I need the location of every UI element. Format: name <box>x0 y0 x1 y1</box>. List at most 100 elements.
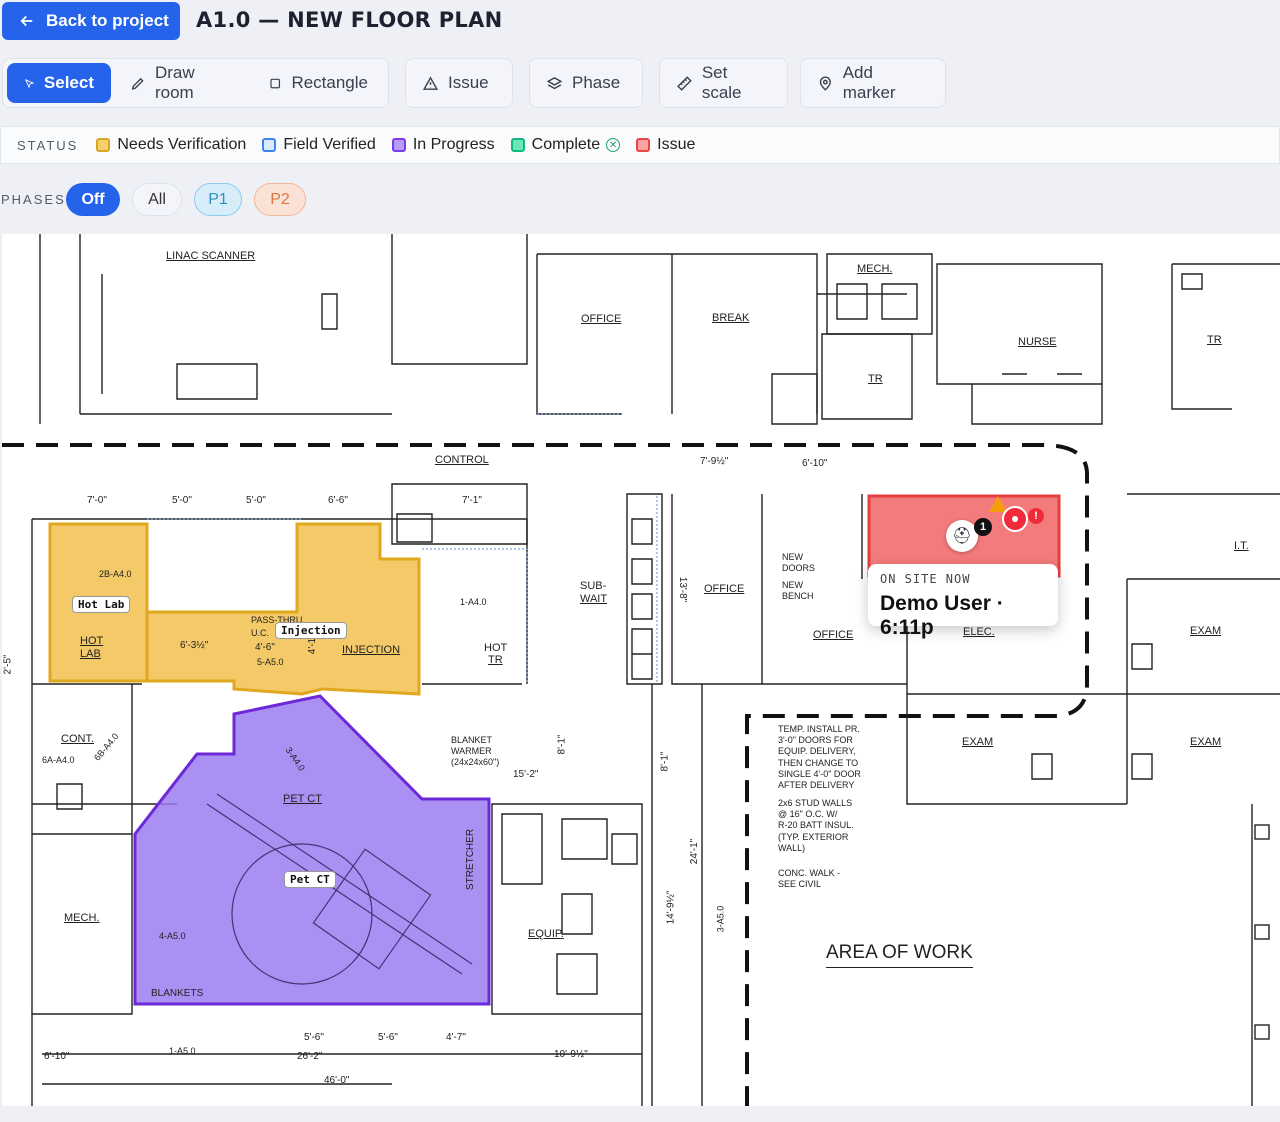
set-scale-button[interactable]: Set scale <box>659 58 788 108</box>
note-conc-walk: CONC. WALK - SEE CIVIL <box>778 868 840 890</box>
label-new-doors-1: NEW <box>782 552 803 562</box>
label-office-2: OFFICE <box>704 583 745 595</box>
label-office-3: OFFICE <box>813 629 854 641</box>
phase-p2-pill[interactable]: P2 <box>254 183 306 216</box>
dim-8: 15'-2" <box>513 769 539 780</box>
label-wait: WAIT <box>580 593 608 605</box>
swatch-complete <box>510 138 525 152</box>
swatch-issue <box>636 138 651 152</box>
phase-off-pill[interactable]: Off <box>66 183 120 216</box>
note-stud-walls: 2x6 STUD WALLS @ 16" O.C. W/ R-20 BATT I… <box>778 798 854 854</box>
status-complete[interactable]: Complete ✕ <box>510 136 621 154</box>
status-label-issue: Issue <box>657 136 696 153</box>
dim-2: 5'-0" <box>172 495 192 506</box>
room-tag-hot-lab[interactable]: Hot Lab <box>72 596 131 613</box>
ref-3-a5: 3-A5.0 <box>715 905 726 933</box>
note-temp-install-5: SINGLE 4'-0" DOOR <box>778 768 861 779</box>
issue-label: Issue <box>448 73 489 92</box>
issue-tool-button[interactable]: Issue <box>405 58 513 108</box>
plan-label-layer: LINAC SCANNER OFFICE BREAK MECH. TR NURS… <box>2 234 1280 1106</box>
room-tag-pet-ct[interactable]: Pet CT <box>284 871 336 888</box>
swatch-needs-verification <box>96 138 111 152</box>
swatch-field-verified <box>262 138 277 152</box>
label-hot-tr-2: TR <box>488 654 503 666</box>
dim-5: 7'-1" <box>462 495 482 506</box>
back-to-project-button[interactable]: Back to project <box>2 2 180 40</box>
status-issue[interactable]: Issue <box>636 136 695 154</box>
label-blanket-warmer-1: BLANKET <box>451 735 493 745</box>
select-label: Select <box>43 73 94 92</box>
note-temp-install: TEMP. INSTALL PR. 3'-0" DOORS FOR EQUIP.… <box>778 724 861 791</box>
status-legend: STATUS Needs Verification Field Verified… <box>0 126 1280 164</box>
set-scale-label: Set scale <box>701 63 742 102</box>
ref-3-a4: 3-A4.0 <box>283 745 307 773</box>
label-hot-lab-1: HOT <box>80 635 104 647</box>
rectangle-button[interactable]: Rectangle <box>252 63 384 103</box>
map-pin-icon <box>819 76 831 91</box>
room-tag-injection[interactable]: Injection <box>275 622 347 639</box>
ref-4-a5: 4-A5.0 <box>159 931 186 941</box>
note-temp-install-2: 3'-0" DOORS FOR <box>778 735 853 746</box>
label-office-1: OFFICE <box>581 313 622 325</box>
label-break: BREAK <box>712 312 750 324</box>
select-tool-button[interactable]: Select <box>7 63 111 103</box>
phase-tool-button[interactable]: Phase <box>529 58 643 108</box>
pointer-icon <box>24 78 35 88</box>
label-hot-lab-2: LAB <box>80 648 101 660</box>
arrow-left-icon <box>20 15 33 27</box>
complete-check-icon: ✕ <box>606 138 621 152</box>
pencil-icon <box>131 77 144 90</box>
label-cont: CONT. <box>61 733 94 745</box>
note-temp-install-4: THEN CHANGE TO <box>778 757 859 768</box>
ref-1-a4: 1-A4.0 <box>460 597 487 607</box>
label-area-of-work: AREA OF WORK <box>826 942 973 968</box>
dim-17: 10'-9½" <box>554 1049 588 1060</box>
note-conc-2: SEE CIVIL <box>778 879 822 890</box>
dim-24: 8'-1" <box>659 751 671 772</box>
label-linac-scanner: LINAC SCANNER <box>166 250 256 262</box>
note-conc-1: CONC. WALK - <box>778 868 841 878</box>
status-label-field-verified: Field Verified <box>283 136 376 153</box>
swatch-in-progress <box>391 138 406 152</box>
note-stud-1: 2x6 STUD WALLS <box>778 798 853 808</box>
phase-p1-pill[interactable]: P1 <box>194 183 242 216</box>
floor-plan-canvas[interactable]: LINAC SCANNER OFFICE BREAK MECH. TR NURS… <box>2 234 1280 1106</box>
label-mech-top: MECH. <box>857 263 893 275</box>
label-sub: SUB- <box>580 580 607 592</box>
status-needs-verification[interactable]: Needs Verification <box>96 136 246 154</box>
note-stud-5: WALL) <box>778 842 806 853</box>
status-field-verified[interactable]: Field Verified <box>262 136 376 154</box>
page-title: A1.0 — NEW FLOOR PLAN <box>196 8 503 32</box>
label-exam-3: EXAM <box>1190 736 1222 748</box>
issue-alert-icon[interactable]: ! <box>1028 508 1044 524</box>
status-label-in-progress: In Progress <box>412 136 495 153</box>
ref-2b-a4: 2B-A4.0 <box>99 569 132 579</box>
label-injection-text: INJECTION <box>342 644 401 656</box>
dim-10: 13'-8" <box>677 576 689 603</box>
dim-11: 5'-6" <box>304 1032 324 1043</box>
note-stud-2: @ 16" O.C. W/ <box>778 809 838 820</box>
note-stud-4: (TYP. EXTERIOR <box>778 831 849 842</box>
rectangle-label: Rectangle <box>291 73 368 92</box>
status-label-needs-verification: Needs Verification <box>117 136 247 153</box>
draw-room-label: Draw room <box>154 63 195 102</box>
label-blanket-warmer-3: (24x24x60") <box>451 757 500 767</box>
on-site-popup: ON SITE NOW Demo User · 6:11p <box>868 564 1058 639</box>
ref-5-a5: 5-A5.0 <box>257 657 284 667</box>
label-pet-ct-text: PET CT <box>283 793 322 805</box>
ruler-icon <box>677 75 692 91</box>
dim-14: 26'-2" <box>297 1051 323 1062</box>
phase-all-pill[interactable]: All <box>132 183 182 216</box>
add-marker-button[interactable]: Add marker <box>800 58 946 108</box>
label-blankets: BLANKETS <box>151 988 204 999</box>
draw-room-button[interactable]: Draw room <box>114 63 249 103</box>
label-uc: U.C. <box>251 628 269 638</box>
issue-marker-dot-icon <box>1012 516 1018 522</box>
dim-21: 4'-6" <box>255 642 275 653</box>
label-stretcher: STRETCHER <box>465 828 477 891</box>
issue-marker-pin[interactable] <box>1002 506 1028 532</box>
warning-icon <box>422 75 439 90</box>
dim-20: 6'-3½" <box>180 640 209 651</box>
status-in-progress[interactable]: In Progress <box>391 136 495 154</box>
label-new-bench-1: NEW <box>782 580 803 590</box>
